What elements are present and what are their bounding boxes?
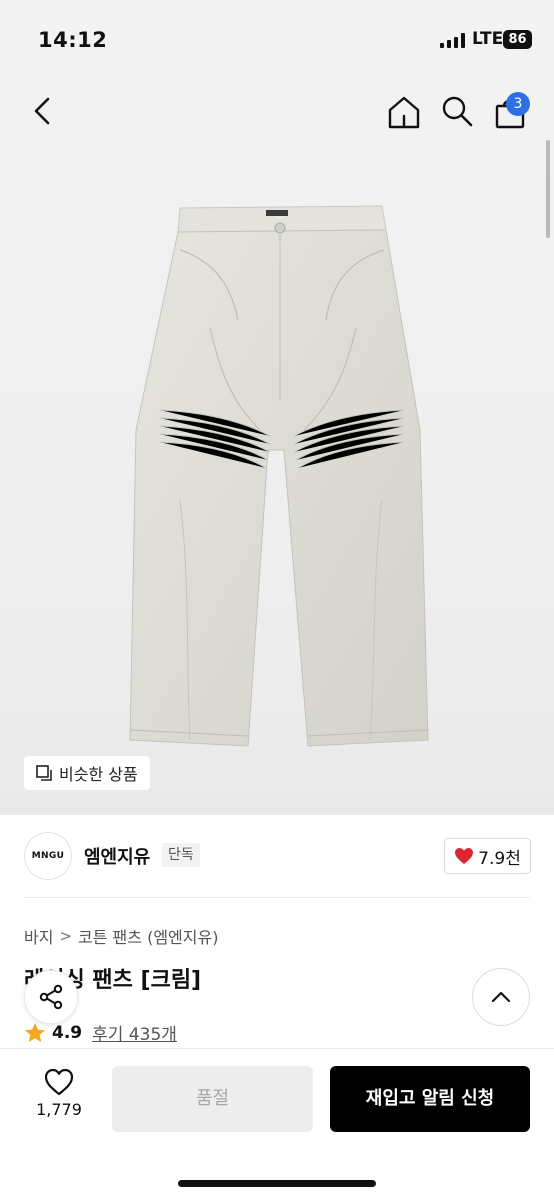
signal-icon	[440, 33, 465, 48]
review-count-link[interactable]: 후기 435개	[92, 1020, 177, 1045]
breadcrumb-item-subcategory[interactable]: 코튼 팬츠 (엠엔지유)	[78, 924, 218, 948]
product-hero: 14:12 LTE 86 3 비슷한 상품	[0, 0, 554, 815]
chevron-up-icon	[491, 991, 511, 1003]
brand-like-button[interactable]: 7.9천	[444, 838, 531, 874]
heart-outline-icon	[44, 1068, 74, 1096]
breadcrumb-item-category[interactable]: 바지	[24, 924, 53, 948]
scroll-top-button[interactable]	[472, 968, 530, 1026]
brand-like-count: 7.9천	[478, 848, 521, 869]
home-button[interactable]	[386, 94, 422, 130]
cart-count-badge: 3	[506, 92, 530, 116]
wishlist-count: 1,779	[36, 1100, 82, 1119]
restock-alert-button[interactable]: 재입고 알림 신청	[330, 1066, 530, 1132]
breadcrumb: 바지 > 코튼 팬츠 (엠엔지유)	[24, 924, 218, 948]
exclusive-badge: 단독	[162, 843, 200, 867]
back-button[interactable]	[28, 94, 58, 128]
star-icon	[25, 1022, 45, 1042]
brand-logo[interactable]: MNGU	[24, 832, 72, 880]
soldout-button[interactable]: 품절	[112, 1066, 313, 1132]
home-indicator	[178, 1180, 376, 1187]
network-label: LTE	[472, 29, 504, 49]
status-time: 14:12	[38, 28, 108, 52]
scrollbar	[546, 140, 550, 238]
status-bar: 14:12 LTE 86	[0, 0, 554, 80]
rating-value: 4.9	[52, 1022, 83, 1043]
battery-icon: 86	[503, 30, 532, 49]
rating-row: 4.9 후기 435개	[24, 1020, 177, 1045]
brand-name[interactable]: 엠엔지유	[84, 843, 150, 869]
wishlist-button[interactable]: 1,779	[24, 1068, 94, 1128]
product-image[interactable]	[120, 200, 440, 760]
breadcrumb-separator: >	[59, 927, 73, 945]
share-icon	[39, 984, 63, 1010]
search-button[interactable]	[440, 94, 474, 128]
share-button[interactable]	[24, 970, 78, 1024]
similar-products-label: 비슷한 상품	[59, 765, 138, 784]
chevron-left-icon	[34, 97, 50, 125]
divider	[24, 897, 530, 898]
heart-icon	[455, 848, 474, 864]
home-icon	[388, 96, 420, 129]
search-icon	[442, 96, 473, 127]
copy-icon	[36, 764, 52, 781]
similar-products-button[interactable]: 비슷한 상품	[24, 756, 150, 790]
